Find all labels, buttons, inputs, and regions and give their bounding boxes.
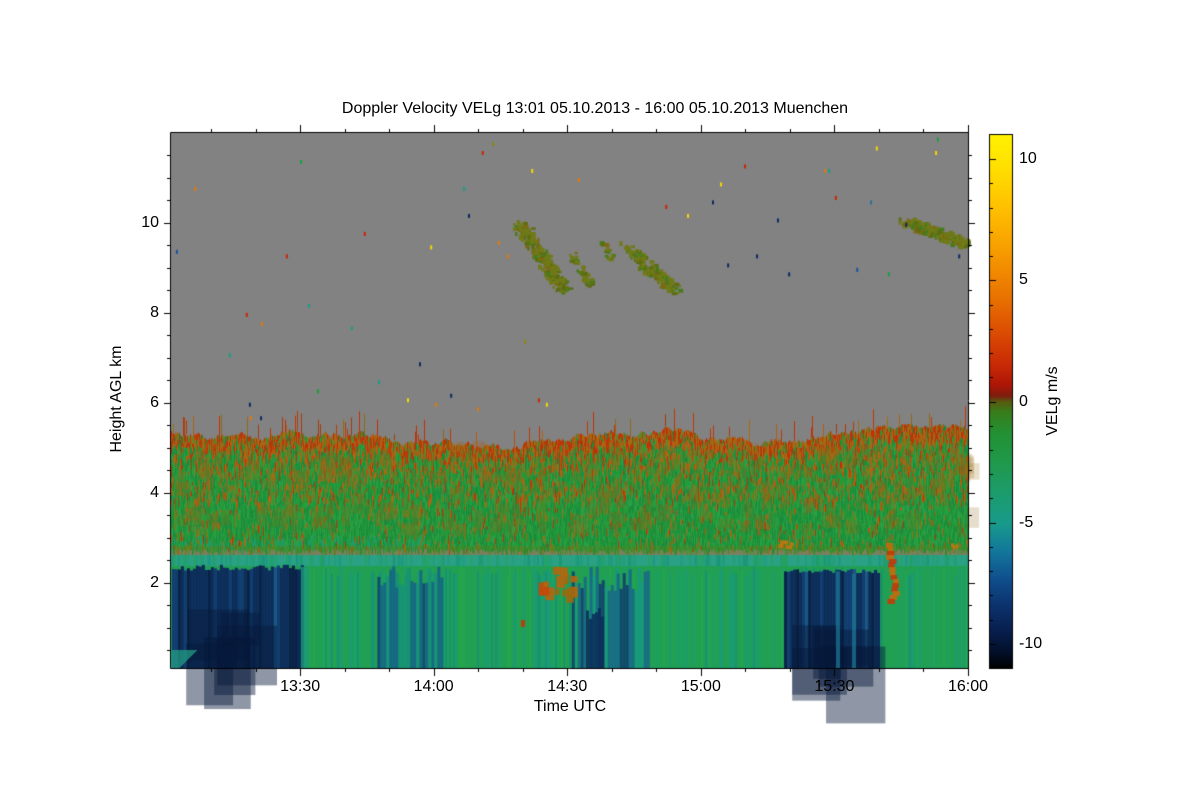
x-tick-label: 16:00 <box>947 678 989 695</box>
x-tick-label: 13:30 <box>280 678 321 695</box>
chart-title: Doppler Velocity VELg 13:01 05.10.2013 -… <box>341 100 849 117</box>
cb-tick-label: -10 <box>1019 634 1043 652</box>
x-tick-label: 14:30 <box>547 678 588 695</box>
cb-tick-label: 5 <box>1019 271 1028 289</box>
cb-tick-label: 0 <box>1019 392 1028 410</box>
x-axis-title: Time UTC <box>533 698 607 715</box>
y-tick-label: 10 <box>141 213 159 231</box>
x-tick-label: 15:00 <box>680 678 721 695</box>
cb-tick-label: 10 <box>1019 150 1037 168</box>
x-tick-label: 15:30 <box>814 678 855 695</box>
y-tick-label: 2 <box>150 573 159 591</box>
colorbar-title: VELg m/s <box>1044 366 1061 436</box>
y-tick-label: 8 <box>150 303 159 321</box>
x-tick-label: 14:00 <box>413 678 454 695</box>
y-tick-label: 4 <box>150 483 159 501</box>
cb-tick-label: -5 <box>1019 513 1034 531</box>
doppler-velocity-figure: Doppler Velocity VELg 13:01 05.10.2013 -… <box>0 0 1200 800</box>
y-tick-label: 6 <box>150 393 159 411</box>
